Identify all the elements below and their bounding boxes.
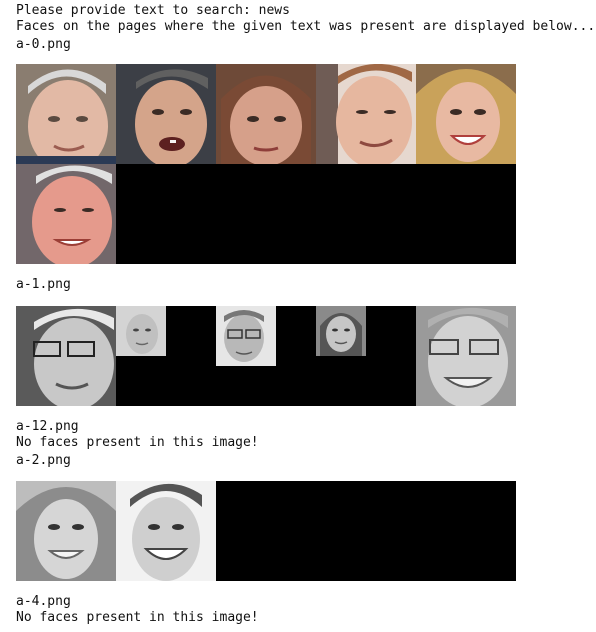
no-faces-message: No faces present in this image! [16,435,259,450]
result-filename: a-12.png [16,419,79,434]
contact-sheet-a-2 [16,481,516,581]
face-thumbnail [416,306,516,406]
face-thumbnail [416,64,516,164]
result-filename: a-4.png [16,594,71,609]
face-thumbnail [216,64,316,164]
contact-sheet-a-1 [16,306,516,406]
face-thumbnail [116,306,166,356]
face-thumbnail [16,64,116,164]
result-filename: a-0.png [16,37,71,52]
no-faces-message: No faces present in this image! [16,610,259,625]
face-thumbnail [116,481,216,581]
face-thumbnail [116,64,216,164]
face-thumbnail [16,164,116,264]
face-thumbnail [216,306,276,366]
search-prompt-line: Please provide text to search: news [16,3,290,18]
result-filename: a-1.png [16,277,71,292]
info-line: Faces on the pages where the given text … [16,19,596,34]
face-thumbnail [316,64,416,164]
face-thumbnail [16,481,116,581]
result-filename: a-2.png [16,453,71,468]
contact-sheet-a-0 [16,64,516,264]
face-thumbnail [316,306,366,356]
face-thumbnail [16,306,116,406]
